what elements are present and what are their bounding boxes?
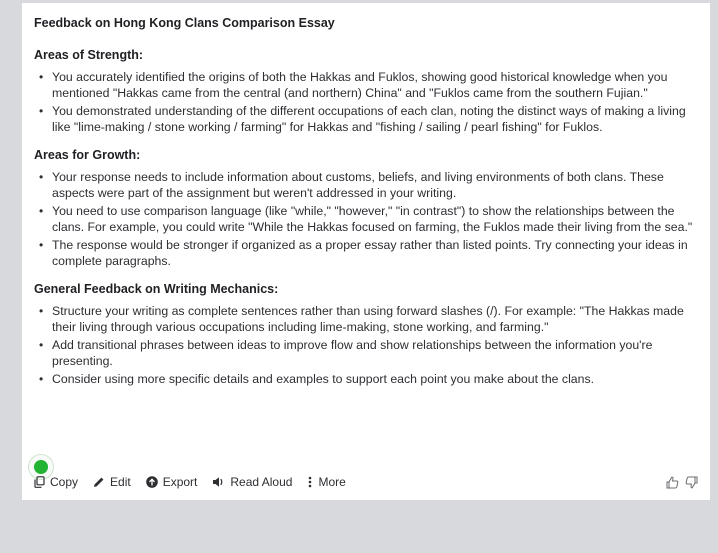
export-button[interactable]: Export — [145, 475, 198, 489]
more-label: More — [318, 475, 346, 489]
section-strengths: Areas of Strength: You accurately identi… — [34, 48, 704, 135]
read-aloud-label: Read Aloud — [230, 475, 293, 489]
list-item: Your response needs to include informati… — [39, 169, 704, 201]
mechanics-list: Structure your writing as complete sente… — [34, 303, 704, 387]
speaker-icon — [213, 477, 223, 487]
list-item: You need to use comparison language (lik… — [39, 203, 704, 235]
section-growth: Areas for Growth: Your response needs to… — [34, 148, 704, 269]
list-item: Structure your writing as complete sente… — [39, 303, 704, 335]
list-item: You demonstrated understanding of the di… — [39, 103, 704, 135]
section-mechanics: General Feedback on Writing Mechanics: S… — [34, 282, 704, 387]
copy-button[interactable]: Copy — [34, 475, 78, 489]
thumbs-down-icon[interactable] — [685, 476, 698, 489]
more-button[interactable]: More — [307, 475, 346, 489]
section-heading: Areas for Growth: — [34, 148, 141, 162]
feedback-content: Feedback on Hong Kong Clans Comparison E… — [34, 16, 704, 400]
list-item: Add transitional phrases between ideas t… — [39, 337, 704, 369]
message-toolbar: Copy Edit Export Read Aloud More — [34, 472, 702, 492]
read-aloud-button[interactable]: Read Aloud — [212, 475, 292, 489]
thumbs-up-icon[interactable] — [666, 476, 679, 489]
edit-button[interactable]: Edit — [93, 475, 131, 489]
feedback-buttons — [666, 476, 698, 489]
section-heading: General Feedback on Writing Mechanics: — [34, 282, 279, 296]
copy-label: Copy — [50, 475, 79, 489]
pencil-icon — [94, 477, 104, 487]
section-heading: Areas of Strength: — [34, 48, 144, 62]
feedback-title: Feedback on Hong Kong Clans Comparison E… — [34, 16, 335, 30]
growth-list: Your response needs to include informati… — [34, 169, 704, 269]
strengths-list: You accurately identified the origins of… — [34, 69, 704, 135]
export-icon — [145, 476, 158, 488]
copy-icon — [34, 476, 45, 488]
edit-label: Edit — [110, 475, 131, 489]
more-vertical-icon — [309, 476, 312, 488]
list-item: The response would be stronger if organi… — [39, 237, 704, 269]
list-item: Consider using more specific details and… — [39, 371, 704, 387]
feedback-card: Feedback on Hong Kong Clans Comparison E… — [22, 3, 710, 500]
export-label: Export — [162, 475, 198, 489]
list-item: You accurately identified the origins of… — [39, 69, 704, 101]
